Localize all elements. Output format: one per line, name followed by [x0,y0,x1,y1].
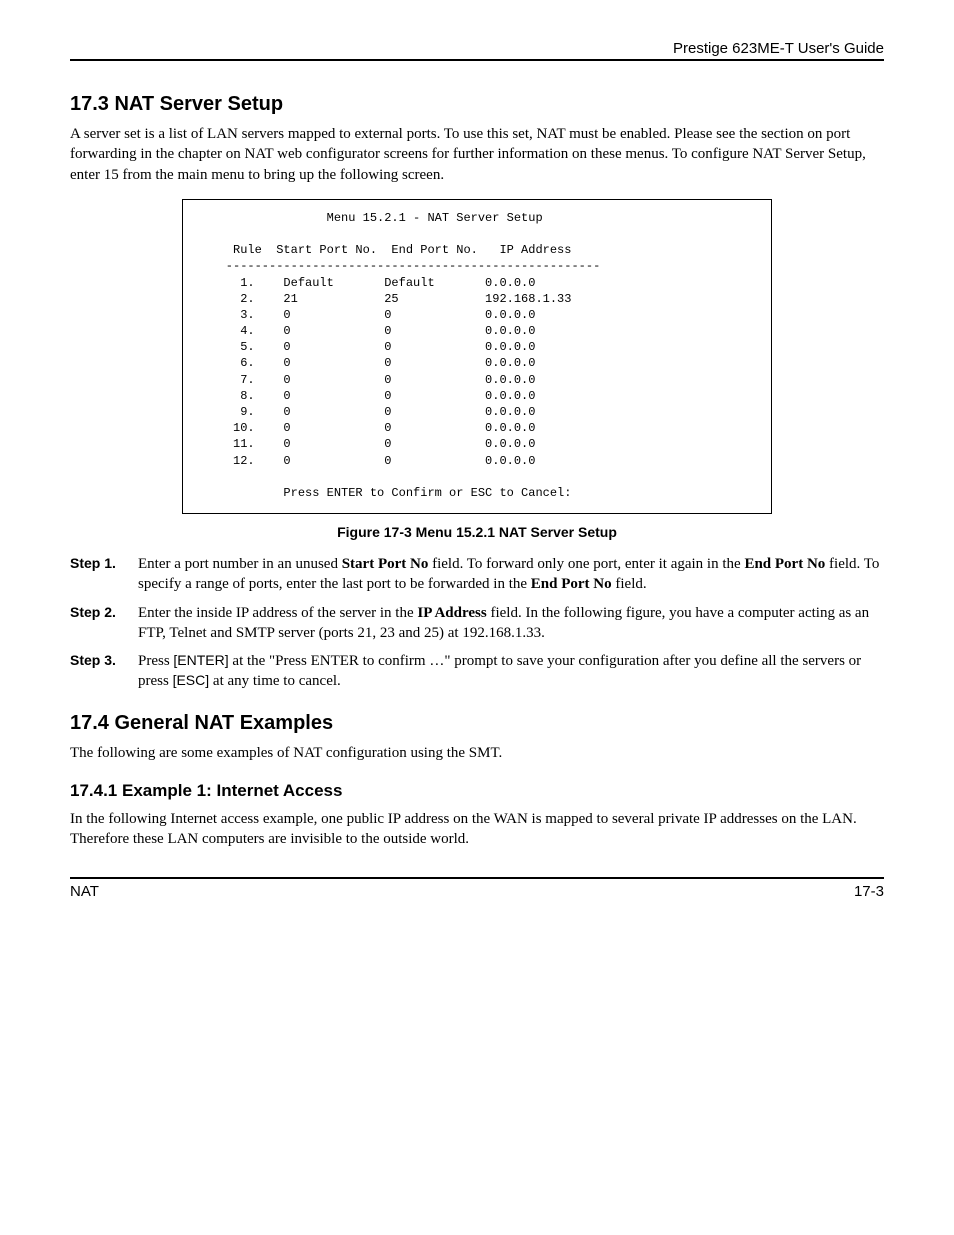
step-text: Enter the inside IP address of the serve… [138,603,884,644]
subsection-body-17-4-1: In the following Internet access example… [70,809,884,850]
step-text: Press [ENTER] at the "Press ENTER to con… [138,651,884,692]
key-esc: [ESC] [173,672,210,688]
step-label: Step 3. [70,651,138,692]
subsection-heading-17-4-1: 17.4.1 Example 1: Internet Access [70,781,884,801]
guide-title: Prestige 623ME-T User's Guide [673,40,884,57]
step-label: Step 1. [70,554,138,595]
steps-list: Step 1. Enter a port number in an unused… [70,554,884,692]
nat-server-setup-menu: Menu 15.2.1 - NAT Server Setup Rule Star… [182,199,772,514]
section-intro-17-4: The following are some examples of NAT c… [70,743,884,763]
figure-caption-17-3: Figure 17-3 Menu 15.2.1 NAT Server Setup [70,524,884,540]
footer-left: NAT [70,883,99,900]
page-footer: NAT 17-3 [70,877,884,900]
step-label: Step 2. [70,603,138,644]
section-heading-17-4: 17.4 General NAT Examples [70,712,884,735]
page-header: Prestige 623ME-T User's Guide [70,40,884,61]
section-heading-17-3: 17.3 NAT Server Setup [70,93,884,116]
step-3: Step 3. Press [ENTER] at the "Press ENTE… [70,651,884,692]
key-enter: [ENTER] [173,652,228,668]
footer-right: 17-3 [854,883,884,900]
step-2: Step 2. Enter the inside IP address of t… [70,603,884,644]
step-text: Enter a port number in an unused Start P… [138,554,884,595]
section-intro-17-3: A server set is a list of LAN servers ma… [70,124,884,185]
step-1: Step 1. Enter a port number in an unused… [70,554,884,595]
